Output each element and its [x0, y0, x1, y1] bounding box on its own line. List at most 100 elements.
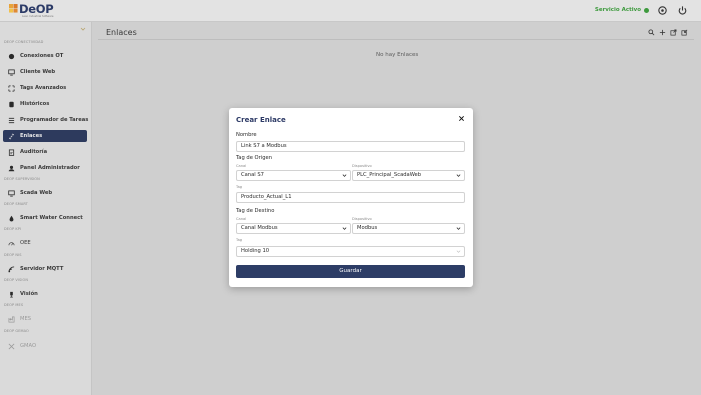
sidebar-item-scada-web[interactable]: Scada Web	[3, 187, 87, 199]
section-smart: DEOP SMART	[4, 202, 28, 206]
sidebar-item-panel-admin[interactable]: Panel Administrador	[3, 162, 87, 174]
section-conectividad: DEOP CONECTIVIDAD	[4, 40, 44, 44]
name-label: Nombre	[236, 132, 257, 138]
list-icon	[8, 117, 15, 123]
sidebar-item-label: Enlaces	[20, 133, 43, 139]
empty-state-message: No hay Enlaces	[376, 52, 419, 58]
chevron-down-icon	[456, 250, 461, 253]
sidebar-item-label: Programador de Tareas	[20, 117, 89, 123]
settings-icon[interactable]	[657, 5, 668, 16]
logo: DeOP Lean Industrial Software	[9, 2, 59, 19]
origin-tag-input[interactable]: Producto_Actual_L1	[236, 192, 465, 203]
search-icon[interactable]	[648, 29, 655, 36]
dest-tag-value: Holding 10	[241, 248, 270, 254]
sidebar-item-label: Servidor MQTT	[20, 266, 64, 272]
monitor-icon	[8, 189, 15, 197]
dest-dispositivo-select[interactable]: Modbus	[352, 223, 465, 234]
origin-canal-value: Canal S7	[241, 172, 264, 178]
sidebar-item-tags-avanzados[interactable]: Tags Avanzados	[3, 82, 87, 94]
sidebar-item-cliente-web[interactable]: Cliente Web	[3, 66, 87, 78]
origin-dispositivo-select[interactable]: PLC_Principal_ScadaWeb	[352, 170, 465, 181]
tools-icon	[8, 343, 15, 349]
toolbar	[648, 29, 688, 36]
dest-heading: Tag de Destino	[236, 208, 275, 214]
import-icon[interactable]	[681, 29, 688, 36]
sidebar: DEOP CONECTIVIDAD Conexiones OT Cliente …	[0, 22, 92, 395]
logo-mark-icon	[9, 4, 18, 13]
sidebar-item-gmao[interactable]: GMAO	[3, 340, 87, 352]
origin-dispositivo-label: Dispositivo	[352, 164, 372, 168]
sidebar-item-programador[interactable]: Programador de Tareas	[3, 114, 89, 126]
origin-tag-label: Tag	[236, 185, 243, 189]
clipboard-icon	[8, 148, 15, 156]
service-status: Servicio Activo	[595, 7, 649, 13]
sidebar-item-label: Scada Web	[20, 190, 53, 196]
tags-icon	[8, 84, 15, 92]
close-icon[interactable]	[458, 115, 465, 122]
export-icon[interactable]	[670, 29, 677, 36]
dest-dispositivo-label: Dispositivo	[352, 217, 372, 221]
broadcast-icon	[8, 265, 15, 272]
admin-icon	[8, 165, 15, 171]
dest-canal-label: Canal	[236, 217, 247, 221]
chevron-down-icon	[342, 174, 347, 177]
sidebar-item-smart-water[interactable]: Smart Water Connect	[3, 212, 87, 224]
sidebar-item-label: Conexiones OT	[20, 53, 64, 59]
origin-canal-label: Canal	[236, 164, 247, 168]
sidebar-item-label: Panel Administrador	[20, 165, 80, 171]
sidebar-item-oee[interactable]: OEE	[3, 237, 87, 249]
add-icon[interactable]	[659, 29, 666, 36]
page-title: Enlaces	[106, 28, 137, 37]
dest-tag-label: Tag	[236, 238, 243, 242]
power-icon[interactable]	[677, 5, 688, 16]
create-link-dialog: Crear Enlace Nombre Link S7 a Modbus Tag…	[229, 108, 473, 287]
collapse-icon[interactable]	[80, 27, 86, 33]
database-icon	[9, 101, 14, 107]
monitor-icon	[8, 68, 15, 76]
sidebar-item-mes[interactable]: MES	[3, 313, 87, 325]
save-button[interactable]: Guardar	[236, 265, 465, 278]
dest-dispositivo-value: Modbus	[357, 225, 378, 231]
camera-icon	[10, 291, 13, 297]
dialog-title: Crear Enlace	[236, 116, 286, 124]
sidebar-item-label: Smart Water Connect	[20, 215, 83, 221]
sidebar-item-vision[interactable]: Visión	[3, 288, 87, 300]
water-drop-icon	[9, 215, 14, 221]
section-supervision: DEOP SUPERVISION	[4, 177, 40, 181]
sidebar-item-label: GMAO	[20, 343, 37, 349]
sidebar-item-label: Cliente Web	[20, 69, 56, 75]
sidebar-item-label: MES	[20, 316, 32, 322]
chevron-down-icon	[456, 227, 461, 230]
sidebar-item-label: Visión	[20, 291, 38, 297]
sidebar-item-enlaces[interactable]: Enlaces	[3, 130, 87, 142]
section-kpi: DEOP KPI	[4, 227, 22, 231]
chevron-down-icon	[456, 174, 461, 177]
link-icon	[8, 133, 15, 139]
origin-canal-select[interactable]: Canal S7	[236, 170, 351, 181]
sidebar-item-label: OEE	[20, 240, 31, 246]
section-gemao: DEOP GEMAO	[4, 329, 29, 333]
plug-icon	[8, 53, 15, 59]
gauge-icon	[8, 241, 15, 245]
section-vision: DEOP VISION	[4, 278, 29, 282]
status-dot-icon	[644, 7, 649, 13]
top-bar: DeOP Lean Industrial Software Servicio A…	[0, 0, 701, 22]
logo-text: DeOP	[19, 2, 54, 16]
dest-tag-select[interactable]: Holding 10	[236, 246, 465, 257]
sidebar-item-label: Auditoría	[20, 149, 48, 155]
chevron-down-icon	[342, 227, 347, 230]
name-input[interactable]: Link S7 a Modbus	[236, 141, 465, 152]
sidebar-item-label: Tags Avanzados	[20, 85, 67, 91]
sidebar-item-auditoria[interactable]: Auditoría	[3, 146, 87, 158]
dest-canal-value: Canal Modbus	[241, 225, 278, 231]
section-mes: DEOP MES	[4, 303, 24, 307]
sidebar-item-conexiones-ot[interactable]: Conexiones OT	[3, 50, 87, 62]
page-header: Enlaces	[98, 26, 694, 40]
logo-subtitle: Lean Industrial Software	[22, 15, 54, 18]
factory-icon	[8, 316, 15, 322]
dest-canal-select[interactable]: Canal Modbus	[236, 223, 351, 234]
sidebar-item-label: Históricos	[20, 101, 50, 107]
section-nis: DEOP NIS	[4, 253, 22, 257]
sidebar-item-historicos[interactable]: Históricos	[3, 98, 87, 110]
sidebar-item-servidor-mqtt[interactable]: Servidor MQTT	[3, 263, 87, 275]
